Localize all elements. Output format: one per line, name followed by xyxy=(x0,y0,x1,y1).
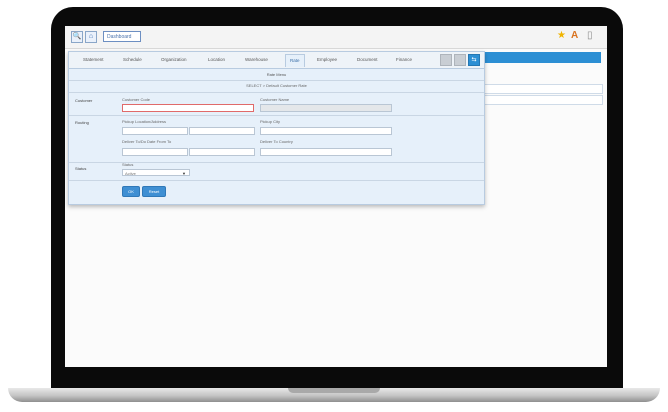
laptop-hinge xyxy=(288,388,380,393)
dialog-tab-bar: Statement Schedule Organization Location… xyxy=(69,52,484,69)
rate-dialog: Statement Schedule Organization Location… xyxy=(68,51,485,205)
customer-code-input[interactable] xyxy=(122,104,254,112)
screen: 🔍 ⌂ Dashboard ★ A ▯ Statement Schedule O… xyxy=(65,26,607,367)
minimize-button[interactable] xyxy=(440,54,452,66)
tab-dashboard[interactable]: Dashboard xyxy=(103,31,141,42)
tab-employee[interactable]: Employee xyxy=(317,57,337,62)
search-icon[interactable]: 🔍 xyxy=(71,31,83,43)
maximize-button[interactable] xyxy=(454,54,466,66)
pickup-city-label: Pickup City xyxy=(260,119,281,124)
close-icon[interactable]: ⇆ xyxy=(468,54,480,66)
background-panel-header xyxy=(479,52,601,63)
ok-button[interactable]: OK xyxy=(122,186,140,197)
pickup-input-from[interactable] xyxy=(122,127,188,135)
star-icon[interactable]: ★ xyxy=(557,31,566,41)
document-icon[interactable]: ▯ xyxy=(587,31,593,41)
tab-rate[interactable]: Rate xyxy=(285,54,305,67)
status-select[interactable]: Active ▼ xyxy=(122,169,190,176)
pickup-label: Pickup Location/Address xyxy=(122,119,167,124)
customer-code-label: Customer Code xyxy=(122,97,151,102)
home-icon[interactable]: ⌂ xyxy=(85,31,97,43)
tab-statement[interactable]: Statement xyxy=(83,57,104,62)
chevron-down-icon: ▼ xyxy=(182,171,186,176)
divider xyxy=(69,92,484,93)
tab-schedule[interactable]: Schedule xyxy=(123,57,142,62)
tab-organization[interactable]: Organization xyxy=(161,57,187,62)
customer-name-label: Customer Name xyxy=(260,97,290,102)
deliver-date-from-input[interactable] xyxy=(122,148,188,156)
tab-warehouse[interactable]: Warehouse xyxy=(245,57,268,62)
divider xyxy=(69,180,484,181)
background-panel-row xyxy=(479,95,603,105)
tab-document[interactable]: Document xyxy=(357,57,378,62)
deliver-date-to-input[interactable] xyxy=(189,148,255,156)
breadcrumb: SELECT > Default Customer Rate xyxy=(246,83,307,88)
divider xyxy=(69,115,484,116)
background-panel-row xyxy=(479,84,603,94)
form-title: Rate Menu xyxy=(266,72,287,77)
section-customer: Customer xyxy=(75,98,93,103)
pickup-city-input[interactable] xyxy=(260,127,392,135)
pickup-input-to[interactable] xyxy=(189,127,255,135)
status-value: Active xyxy=(125,171,136,176)
deliver-country-input[interactable] xyxy=(260,148,392,156)
top-toolbar: 🔍 ⌂ Dashboard ★ A ▯ xyxy=(65,26,607,49)
deliver-date-label: Deliver To/Do Date From To xyxy=(122,139,172,144)
font-icon[interactable]: A xyxy=(571,31,578,41)
reset-button[interactable]: Reset xyxy=(142,186,166,197)
section-status: Status xyxy=(75,166,87,171)
section-routing: Routing xyxy=(75,120,89,125)
tab-finance[interactable]: Finance xyxy=(396,57,412,62)
tab-location[interactable]: Location xyxy=(208,57,225,62)
customer-name-input[interactable] xyxy=(260,104,392,112)
status-label: Status xyxy=(122,162,134,167)
divider xyxy=(69,80,484,81)
deliver-country-label: Deliver To Country xyxy=(260,139,293,144)
